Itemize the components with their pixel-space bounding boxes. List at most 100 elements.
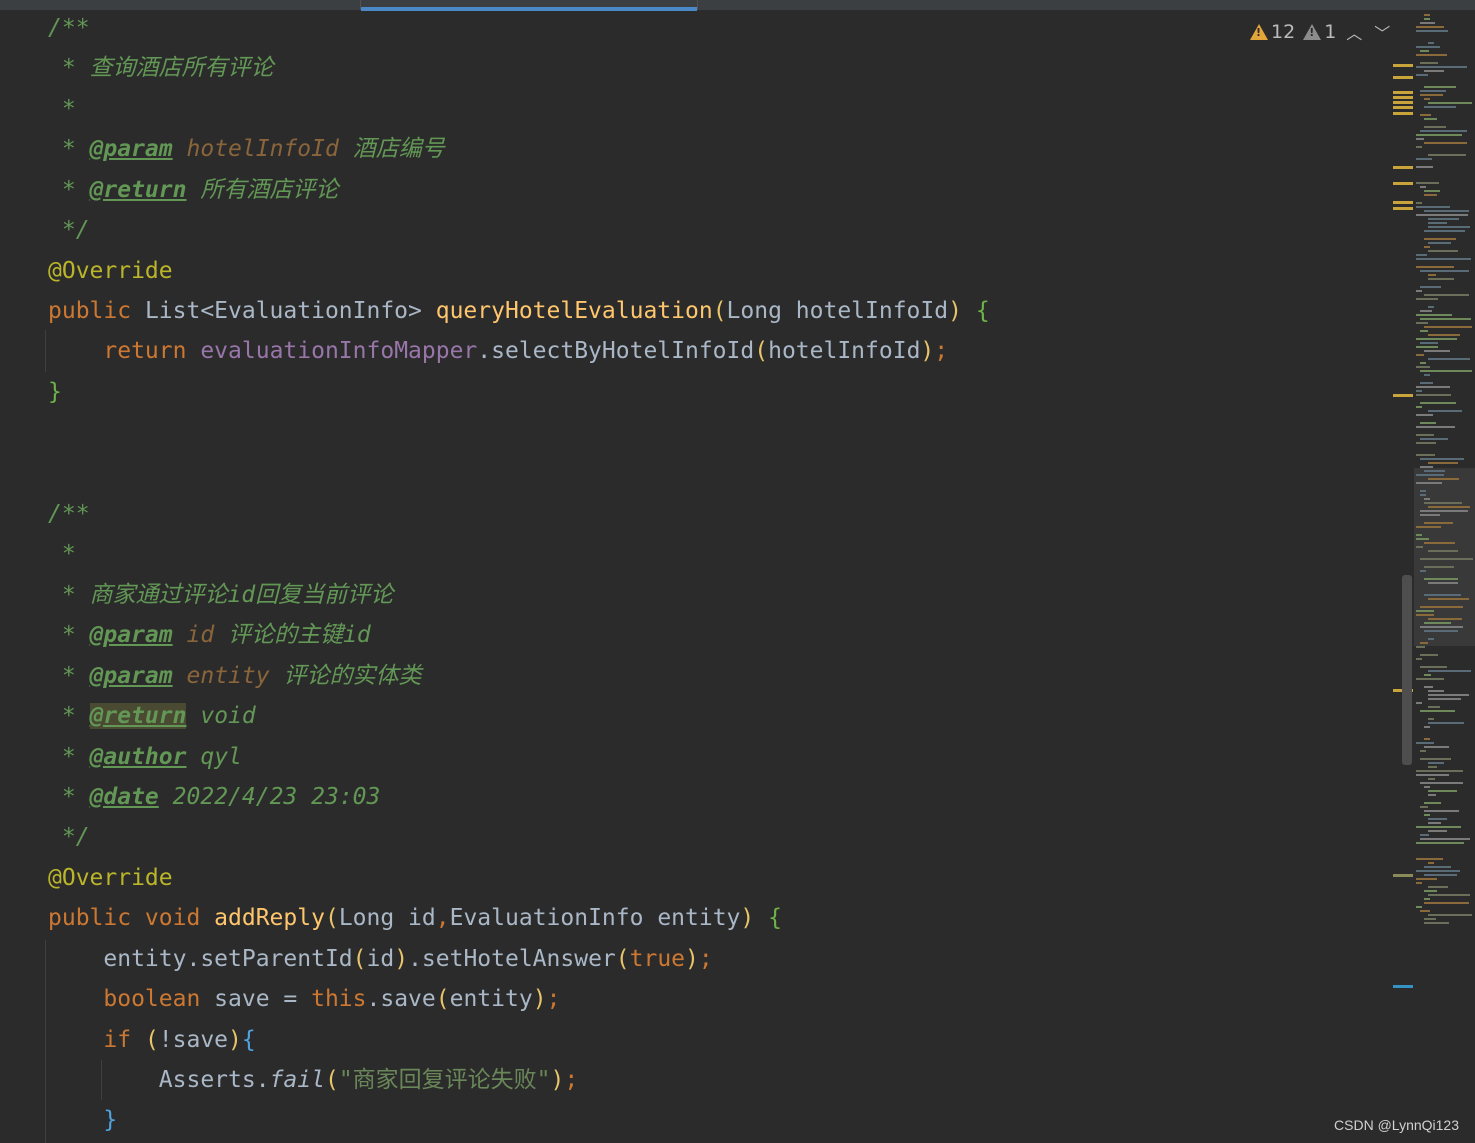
paren: ( — [754, 338, 769, 364]
assignment: save = — [214, 986, 312, 1012]
warning-mark[interactable] — [1393, 182, 1413, 185]
warning-mark[interactable] — [1393, 106, 1413, 109]
code-line-3: * — [48, 90, 76, 128]
minimap-line — [1420, 286, 1441, 288]
annotation: @Override — [48, 865, 173, 891]
warning-mark[interactable] — [1393, 112, 1413, 115]
minimap-line — [1424, 814, 1430, 816]
paren: ) — [685, 946, 699, 972]
minimap-line — [1428, 334, 1460, 336]
minimap-line — [1416, 426, 1455, 428]
weak-warning-count: 1 — [1324, 21, 1337, 43]
code-minimap[interactable] — [1414, 10, 1475, 1143]
doc-star: * — [48, 703, 90, 729]
warning-mark[interactable] — [1393, 91, 1413, 94]
minimap-line — [1428, 154, 1466, 156]
warning-mark[interactable] — [1393, 166, 1413, 169]
argument: id — [366, 946, 395, 972]
doc-star: * — [48, 784, 90, 810]
minimap-line — [1416, 526, 1441, 528]
scrollbar-thumb[interactable] — [1402, 575, 1412, 765]
minimap-line — [1420, 466, 1433, 468]
minimap-line — [1420, 402, 1456, 404]
minimap-line — [1416, 354, 1424, 356]
inspection-widget[interactable]: 12 1 ︿ ﹀ — [1250, 20, 1392, 44]
minimap-line — [1420, 382, 1433, 384]
code-editor[interactable]: /** * 查询酒店所有评论 * * @param hotelInfoId 酒店… — [0, 10, 1412, 1143]
minimap-line — [1424, 106, 1456, 108]
comma: , — [435, 905, 450, 931]
minimap-line — [1428, 762, 1444, 764]
minimap-line — [1424, 374, 1430, 376]
code-line-7: @Override — [48, 252, 173, 290]
warning-mark[interactable] — [1393, 394, 1413, 397]
minimap-line — [1420, 910, 1430, 912]
paren: ) — [550, 1067, 565, 1093]
minimap-line — [1416, 390, 1422, 392]
doc-star: * — [48, 744, 90, 770]
minimap-line — [1424, 14, 1430, 16]
minimap-line — [1428, 598, 1469, 600]
minimap-line — [1424, 118, 1437, 120]
paren: ( — [712, 298, 727, 324]
weak-warnings-indicator[interactable]: 1 — [1303, 21, 1336, 43]
minimap-line — [1424, 738, 1430, 740]
minimap-line — [1428, 914, 1472, 916]
minimap-line — [1416, 138, 1424, 140]
minimap-line — [1424, 210, 1469, 212]
doc-text: 酒店编号 — [352, 136, 445, 162]
minimap-line — [1420, 270, 1469, 272]
doc-tag-return-highlighted[interactable]: @return — [89, 703, 187, 729]
code-line-18: * @date 2022/4/23 23:03 — [48, 778, 381, 816]
code-line-14: * @param id 评论的主键id — [48, 616, 371, 654]
warning-mark[interactable] — [1393, 64, 1413, 67]
minimap-line — [1420, 606, 1463, 608]
minimap-line — [1420, 626, 1463, 628]
minimap-line — [1416, 322, 1428, 324]
minimap-line — [1428, 618, 1462, 620]
minimap-line — [1416, 166, 1433, 168]
minimap-line — [1428, 506, 1470, 508]
minimap-line — [1428, 226, 1470, 228]
minimap-line — [1416, 158, 1432, 160]
warning-mark[interactable] — [1393, 201, 1413, 204]
indent-guide — [45, 330, 46, 372]
minimap-line — [1428, 582, 1458, 584]
caret-mark[interactable] — [1393, 985, 1413, 988]
code-line-8: public List<EvaluationInfo> queryHotelEv… — [48, 292, 990, 330]
minimap-line — [1420, 750, 1426, 752]
paren: ( — [144, 1027, 159, 1053]
warnings-indicator[interactable]: 12 — [1250, 21, 1295, 43]
warning-mark[interactable] — [1393, 101, 1413, 104]
minimap-line — [1416, 26, 1444, 28]
minimap-line — [1428, 698, 1461, 700]
paren: ) — [920, 338, 935, 364]
minimap-line — [1424, 194, 1437, 196]
minimap-line — [1424, 522, 1453, 524]
error-stripe[interactable] — [1392, 0, 1414, 1143]
minimap-line — [1420, 834, 1429, 836]
minimap-line — [1424, 294, 1469, 296]
chevron-down-icon[interactable]: ﹀ — [1372, 20, 1392, 44]
minimap-line — [1424, 246, 1430, 248]
warning-mark[interactable] — [1393, 76, 1413, 79]
minimap-line — [1416, 658, 1422, 660]
minimap-line — [1420, 654, 1438, 656]
minimap-line — [1424, 622, 1451, 624]
weak-warning-icon — [1303, 24, 1322, 40]
minimap-line — [1424, 190, 1440, 192]
chevron-up-icon[interactable]: ︿ — [1344, 20, 1364, 44]
minimap-line — [1416, 254, 1427, 256]
warning-mark[interactable] — [1393, 207, 1413, 210]
minimap-line — [1424, 578, 1458, 580]
doc-comment: */ — [48, 217, 90, 243]
paren: ) — [228, 1027, 242, 1053]
code-line-1: /** — [48, 9, 90, 47]
minimap-line — [1428, 790, 1457, 792]
minimap-line — [1428, 410, 1462, 412]
doc-text: 所有酒店评论 — [200, 177, 339, 203]
weak-warning-mark[interactable] — [1393, 874, 1413, 877]
warning-count: 12 — [1271, 21, 1296, 43]
warning-mark[interactable] — [1393, 96, 1413, 99]
minimap-line — [1424, 802, 1441, 804]
